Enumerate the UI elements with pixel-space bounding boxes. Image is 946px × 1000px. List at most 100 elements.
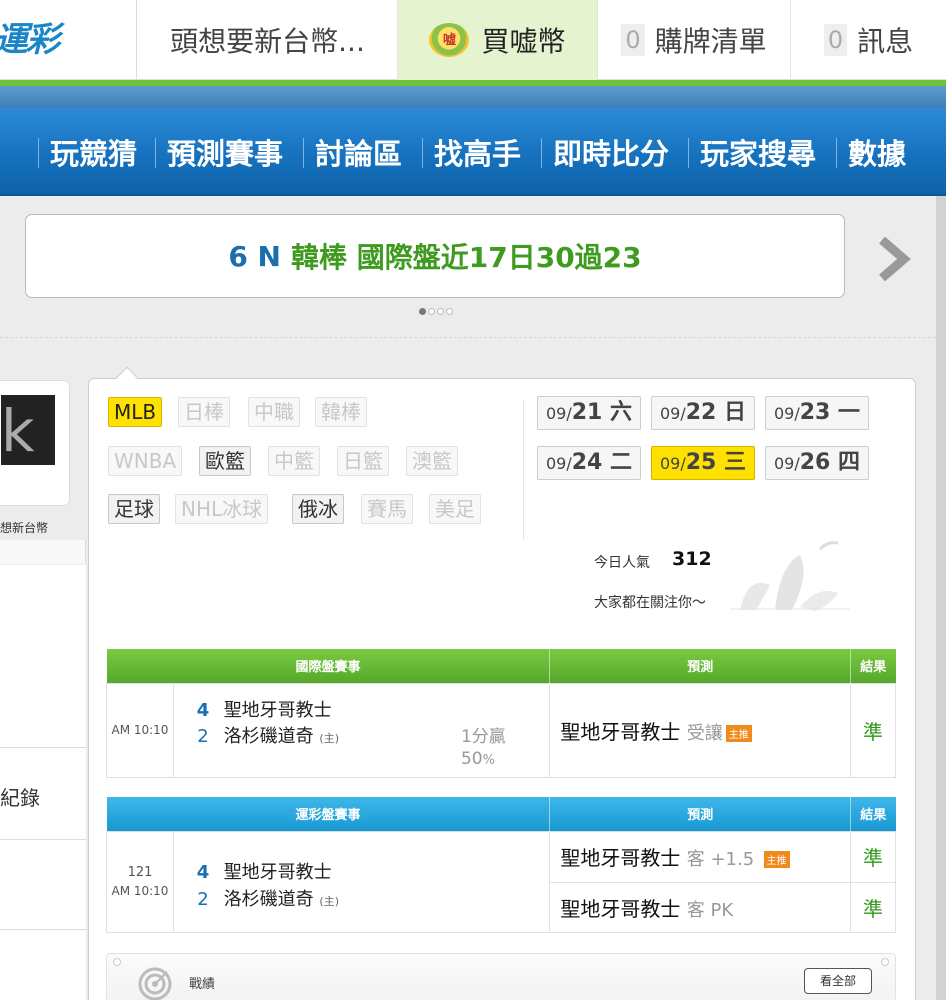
game-time: AM 10:10	[106, 682, 174, 778]
column-header: 結果	[850, 797, 896, 831]
carousel-dot[interactable]	[419, 308, 426, 315]
column-header: 預測	[549, 649, 852, 683]
prediction-cell: 聖地牙哥教士 客 PK	[549, 881, 852, 933]
cart-button[interactable]: 0 購牌清單	[598, 0, 791, 80]
cart-count-badge: 0	[621, 24, 645, 56]
sport-chip-mlb[interactable]: MLB	[108, 397, 163, 427]
date-0925-selected[interactable]: 09/25 三	[651, 446, 756, 480]
team-line: 2 洛杉磯道奇 (主)	[197, 888, 340, 910]
game-time-cell: 121 AM 10:10	[106, 830, 174, 933]
result-cell: 準	[850, 682, 896, 778]
nav-divider	[688, 138, 689, 168]
intl-odds-table: 國際盤賽事 預測 結果 AM 10:10 4 聖地牙哥教士 2 洛杉磯道奇 (主…	[106, 649, 896, 778]
popularity-count: 312	[672, 548, 712, 570]
decorative-figure-icon	[730, 541, 850, 611]
date-0924[interactable]: 09/24 二	[537, 446, 642, 480]
table-row[interactable]: AM 10:10 4 聖地牙哥教士 2 洛杉磯道奇 (主) 1分贏 50% 聖地牙…	[106, 682, 896, 778]
lottery-odds-table: 運彩盤賽事 預測 結果 121 AM 10:10 4 聖地牙哥教士 2 洛杉磯道…	[106, 797, 896, 933]
view-all-button[interactable]: 看全部	[804, 968, 872, 994]
buy-coins-button[interactable]: 嘘 買嘘幣	[398, 0, 598, 80]
sport-chip-npb[interactable]: 日棒	[178, 397, 230, 427]
messages-label: 訊息	[857, 25, 914, 58]
top-band	[0, 86, 946, 108]
nav-divider	[303, 138, 304, 168]
user-name: 頭想要新台幣...	[170, 25, 365, 58]
sport-chip-nhl[interactable]: NHL冰球	[175, 494, 269, 524]
nav-item-experts[interactable]: 找高手	[434, 108, 521, 196]
user-menu[interactable]: 頭想要新台幣...	[138, 0, 398, 80]
sport-chip-wnba[interactable]: WNBA	[108, 446, 183, 476]
profile-card[interactable]: k	[0, 380, 70, 506]
banner-area: 6 N 韓棒 國際盤近17日30過23	[0, 198, 946, 338]
sport-chip-euro-basketball[interactable]: 歐籃	[199, 446, 251, 476]
panel-pointer	[115, 366, 139, 390]
nav-item-player-search[interactable]: 玩家搜尋	[700, 108, 816, 196]
sport-chip-nfl[interactable]: 美足	[429, 494, 481, 524]
carousel-dot[interactable]	[446, 308, 453, 315]
team-line: 4 聖地牙哥教士	[196, 861, 332, 883]
nav-divider	[155, 138, 156, 168]
date-0921[interactable]: 09/21 六	[537, 396, 642, 430]
messages-button[interactable]: 0 訊息	[791, 0, 946, 80]
sport-chip-japan-basketball[interactable]: 日籃	[337, 446, 389, 476]
table-header: 國際盤賽事 預測 結果	[106, 649, 896, 683]
sport-chip-cpbl[interactable]: 中職	[248, 397, 300, 427]
profile-name: 想新台幣	[0, 521, 49, 535]
popularity-subtitle: 大家都在關注你～	[594, 595, 706, 611]
date-0922[interactable]: 09/22 日	[651, 396, 756, 430]
chevron-right-icon[interactable]	[870, 234, 920, 284]
nav-item-live-score[interactable]: 即時比分	[553, 108, 669, 196]
date-0923[interactable]: 09/23 一	[765, 396, 870, 430]
result-cell: 準	[850, 881, 896, 933]
nav-divider	[422, 138, 423, 168]
nav-divider	[836, 138, 837, 168]
corner-dot	[881, 958, 889, 966]
table-header: 運彩盤賽事 預測 結果	[106, 797, 896, 831]
nav-item-guess[interactable]: 玩競猜	[50, 108, 137, 196]
matchup: 4 聖地牙哥教士 2 洛杉磯道奇 (主) 1分贏 50%	[172, 682, 551, 778]
team-line: 4 聖地牙哥教士	[196, 699, 332, 721]
nav-item-data[interactable]: 數據	[848, 108, 906, 196]
prediction-cell: 聖地牙哥教士 受讓 主推	[549, 682, 852, 778]
carousel-dot[interactable]	[437, 308, 444, 315]
sport-chip-cba[interactable]: 中籃	[268, 446, 320, 476]
carousel-dot[interactable]	[428, 308, 435, 315]
corner-dot	[113, 958, 121, 966]
record-title: 戰績	[189, 977, 216, 992]
sport-chip-nbl[interactable]: 澳籃	[406, 446, 458, 476]
sport-chip-kbo[interactable]: 韓棒	[315, 397, 367, 427]
date-0926[interactable]: 09/26 四	[765, 446, 870, 480]
side-menu-item[interactable]	[0, 656, 86, 748]
sport-chip-soccer[interactable]: 足球	[108, 494, 160, 524]
nav-divider	[38, 138, 39, 168]
banner-rank: 6 N	[228, 239, 281, 273]
side-menu-record-label[interactable]: 紀錄	[0, 782, 40, 811]
banner-headline: 韓棒 國際盤近17日30過23	[291, 241, 642, 274]
sport-chip-khl[interactable]: 俄冰	[292, 494, 344, 524]
side-strip	[0, 540, 86, 564]
column-header: 國際盤賽事	[106, 649, 551, 683]
popularity-label: 今日人氣	[594, 555, 650, 571]
featured-tag: 主推	[763, 851, 790, 868]
team-line: 2 洛杉磯道奇 (主)	[197, 725, 340, 747]
target-icon	[138, 967, 172, 1000]
game-time: AM 10:10	[111, 884, 169, 898]
banner-slide[interactable]: 6 N 韓棒 國際盤近17日30過23	[25, 214, 845, 298]
side-menu-item[interactable]	[0, 840, 86, 930]
main-nav: 玩競猜 預測賽事 討論區 找高手 即時比分 玩家搜尋 數據	[0, 108, 946, 196]
cart-label: 購牌清單	[654, 25, 767, 58]
top-bar: 運彩 頭想要新台幣... 嘘 買嘘幣 0 購牌清單 0 訊息	[0, 0, 946, 80]
nav-item-forum[interactable]: 討論區	[315, 108, 402, 196]
filter-divider	[523, 400, 524, 540]
carousel-dots	[419, 308, 453, 315]
sport-chip-horse-racing[interactable]: 賽馬	[361, 494, 413, 524]
logo-text: 運彩	[0, 20, 60, 60]
prediction-cell: 聖地牙哥教士 客 +1.5 主推	[549, 830, 852, 883]
table-row[interactable]: 121 AM 10:10 4 聖地牙哥教士 2 洛杉磯道奇 (主) 聖地牙哥教士…	[106, 830, 896, 933]
scrollbar[interactable]	[936, 196, 946, 1000]
odds-info: 1分贏 50%	[460, 726, 506, 769]
coin-icon: 嘘	[429, 23, 470, 57]
nav-item-predict[interactable]: 預測賽事	[167, 108, 283, 196]
featured-tag: 主推	[725, 724, 752, 742]
site-logo[interactable]: 運彩	[0, 0, 137, 80]
